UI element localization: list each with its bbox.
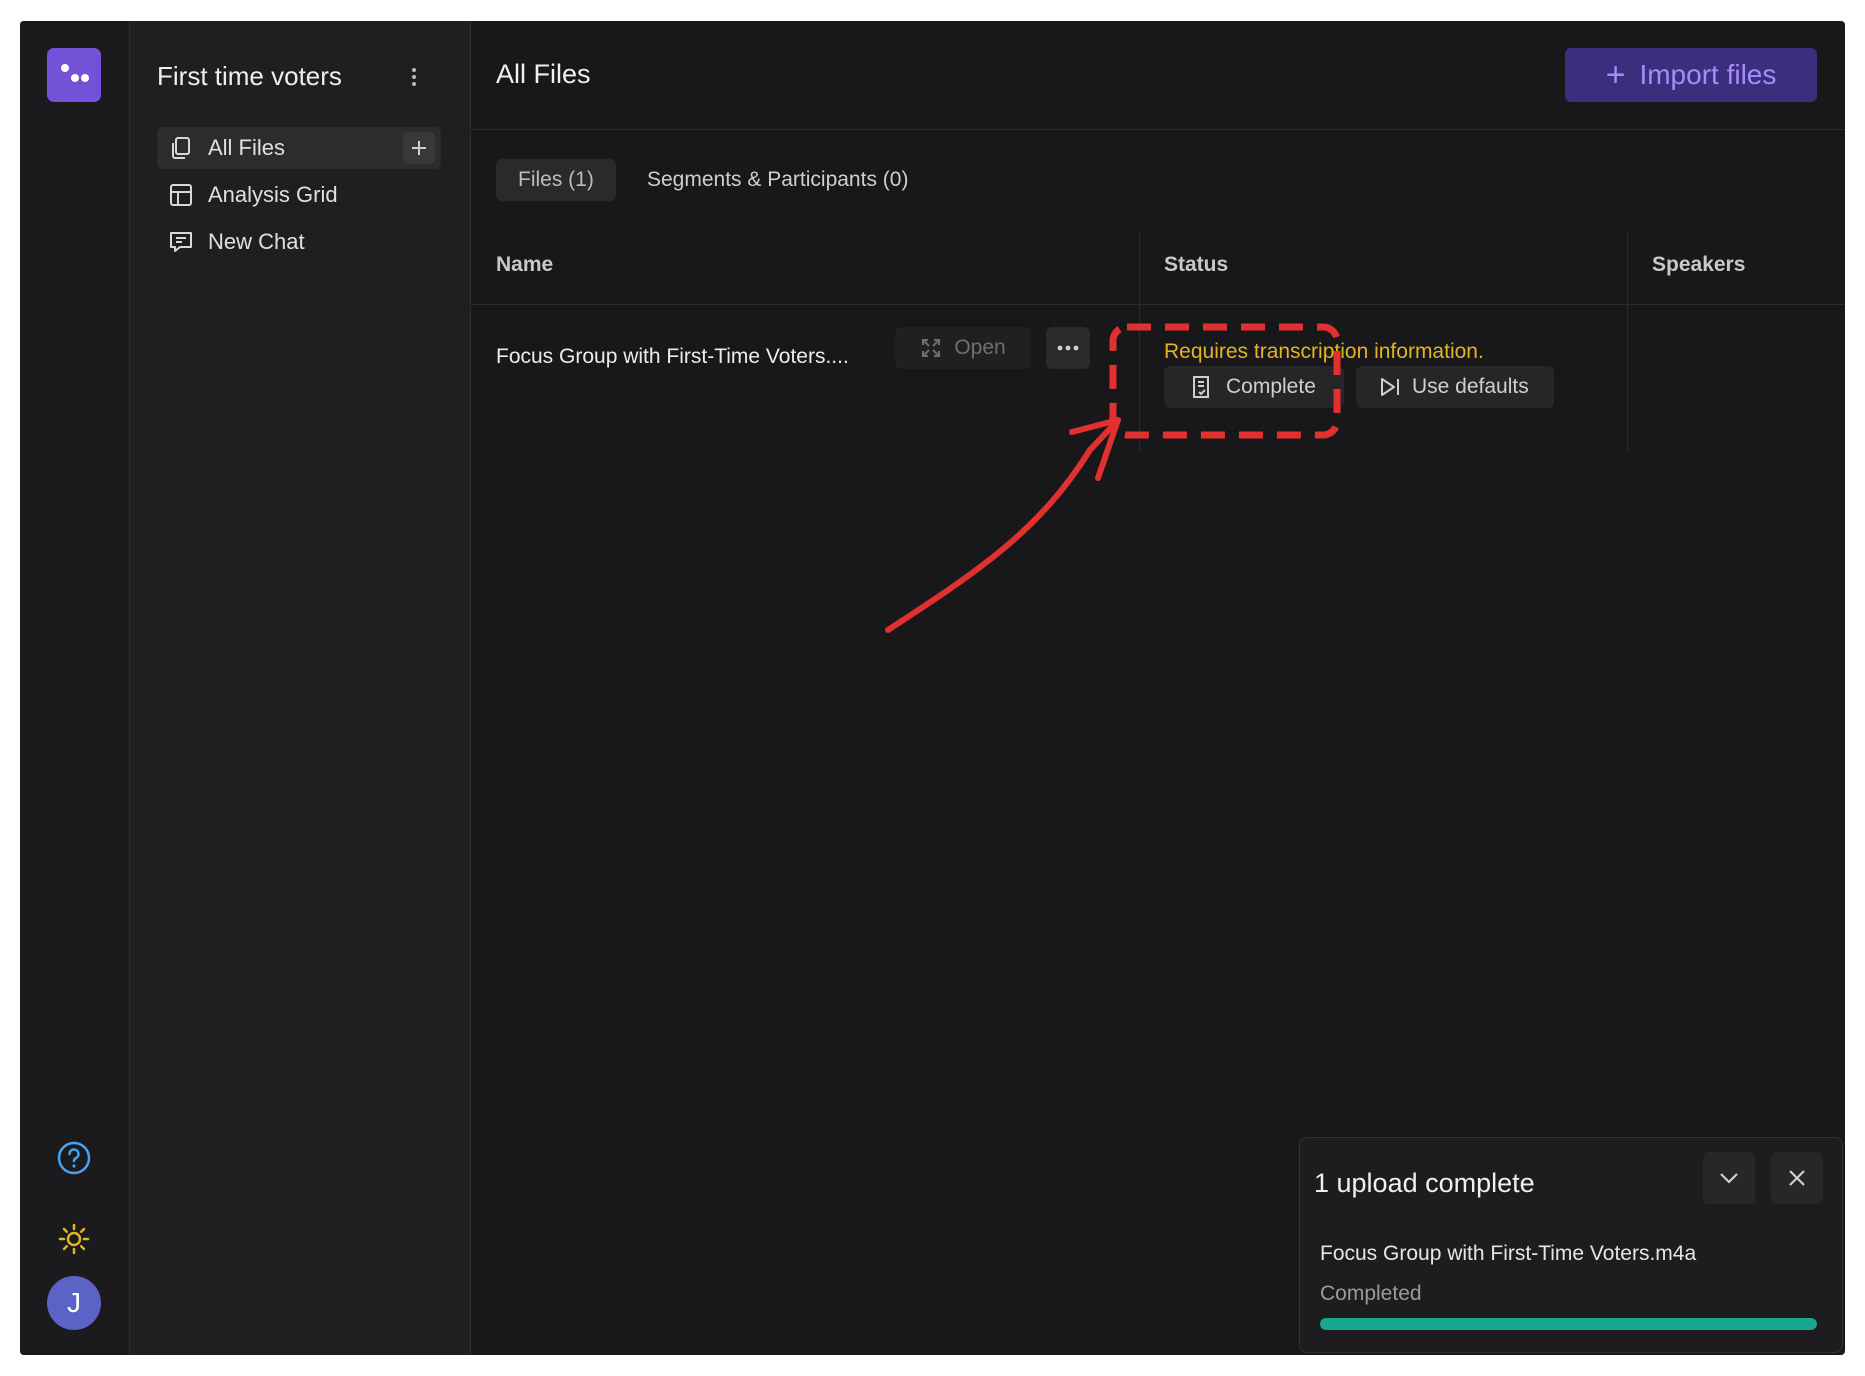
- page-title: All Files: [496, 59, 591, 89]
- nav-item-all-files[interactable]: All Files: [157, 127, 441, 169]
- more-options-button[interactable]: [1046, 327, 1090, 369]
- column-divider: [1139, 231, 1140, 451]
- upload-progress-fill: [1320, 1318, 1817, 1330]
- app-logo[interactable]: [47, 48, 101, 102]
- chevron-down-icon: [1720, 1173, 1738, 1184]
- column-header-name[interactable]: Name: [496, 253, 553, 277]
- nav-item-new-chat[interactable]: New Chat: [157, 221, 441, 263]
- project-sidebar: First time voters All Files Analysis Gri…: [130, 21, 471, 1355]
- header-row-divider: [471, 304, 1845, 305]
- header-divider: [471, 129, 1845, 130]
- close-toast-button[interactable]: [1771, 1152, 1823, 1204]
- app-window: J First time voters All Files Analysis G…: [20, 21, 1845, 1355]
- use-defaults-button-label: Use defaults: [1412, 375, 1529, 398]
- chat-icon: [170, 232, 192, 252]
- expand-icon: [922, 339, 941, 357]
- plus-icon: +: [1605, 56, 1626, 94]
- files-icon: [172, 137, 190, 159]
- toast-file-name: Focus Group with First-Time Voters.m4a: [1320, 1242, 1697, 1265]
- file-name[interactable]: Focus Group with First-Time Voters....: [496, 345, 849, 369]
- help-icon[interactable]: [50, 1134, 98, 1182]
- upload-progress-bar: [1320, 1318, 1817, 1330]
- use-defaults-button[interactable]: Use defaults: [1356, 366, 1554, 408]
- column-header-speakers[interactable]: Speakers: [1652, 253, 1745, 277]
- nav-item-label: Analysis Grid: [208, 182, 338, 207]
- nav-item-label: New Chat: [208, 229, 305, 254]
- collapse-toast-button[interactable]: [1703, 1152, 1755, 1204]
- column-divider: [1627, 231, 1628, 451]
- column-header-status[interactable]: Status: [1164, 253, 1228, 277]
- skip-forward-icon: [1381, 378, 1399, 396]
- ellipsis-icon: [1057, 345, 1079, 351]
- tab-segments-participants[interactable]: Segments & Participants (0): [647, 159, 908, 201]
- import-files-label: Import files: [1639, 59, 1777, 90]
- complete-button-label: Complete: [1226, 375, 1316, 398]
- import-files-button[interactable]: + Import files: [1565, 48, 1817, 102]
- grid-icon: [170, 184, 192, 206]
- add-file-button[interactable]: [403, 132, 435, 164]
- open-button-label: Open: [954, 336, 1006, 359]
- project-menu-icon[interactable]: [404, 59, 424, 95]
- toast-status: Completed: [1320, 1282, 1422, 1305]
- close-icon: [1789, 1170, 1805, 1186]
- user-avatar[interactable]: J: [47, 1276, 101, 1330]
- sun-icon[interactable]: [50, 1215, 98, 1263]
- status-text: Requires transcription information.: [1164, 340, 1484, 363]
- complete-button[interactable]: Complete: [1164, 366, 1344, 408]
- nav-item-label: All Files: [208, 135, 286, 160]
- nav-item-analysis-grid[interactable]: Analysis Grid: [157, 174, 441, 216]
- form-check-icon: [1193, 376, 1209, 398]
- toast-title: 1 upload complete: [1314, 1168, 1535, 1198]
- main-panel: All Files + Import files Files (1) Segme…: [471, 21, 1845, 1355]
- app-rail: J: [20, 21, 130, 1355]
- tab-files[interactable]: Files (1): [496, 159, 616, 201]
- open-button[interactable]: Open: [895, 327, 1031, 369]
- upload-toast: 1 upload complete Focus Group with First…: [1299, 1137, 1843, 1353]
- project-title: First time voters: [157, 61, 342, 91]
